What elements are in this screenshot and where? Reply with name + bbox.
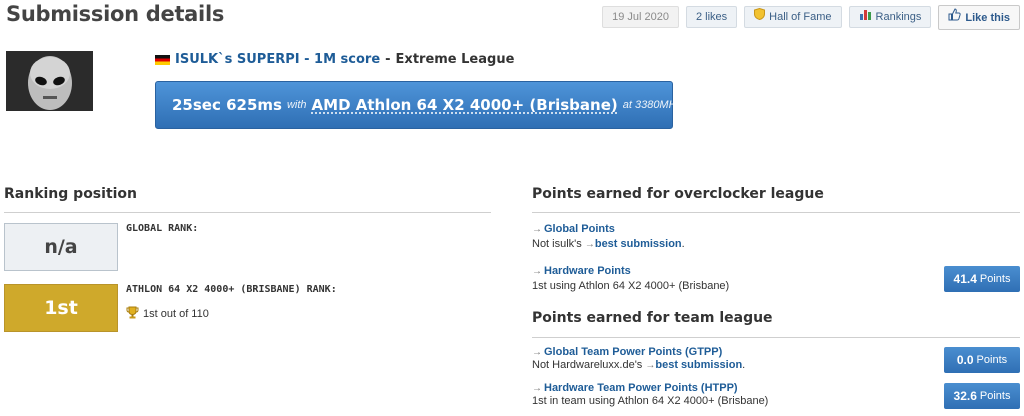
top-actions: 19 Jul 2020 2 likes Hall of Fame Ranking… [602, 4, 1020, 30]
gtpp-desc-prefix: Not Hardwareluxx.de's [532, 359, 643, 371]
global-rank-value: n/a [4, 223, 118, 271]
rankings-label: Rankings [875, 11, 922, 23]
htpp-badge: 32.6 Points [944, 383, 1020, 409]
heading-separator: - [385, 52, 391, 67]
global-points-link[interactable]: → Global Points [532, 223, 685, 235]
hardware-rank-value: 1st [4, 284, 118, 332]
like-this-label: Like this [965, 11, 1010, 24]
points-unit: Points [979, 390, 1011, 402]
score-with: with [286, 99, 307, 111]
bar-chart-icon [859, 7, 872, 27]
trophy-icon [126, 306, 139, 322]
hardware-link[interactable]: AMD Athlon 64 X2 4000+ (Brisbane) [312, 96, 618, 114]
global-points-label: Global Points [544, 223, 615, 235]
gtpp-link[interactable]: → Global Team Power Points (GTPP) [532, 346, 745, 358]
arrow-right-icon: → [532, 346, 542, 358]
arrow-right-icon: → [584, 239, 595, 250]
submission-heading: ISULK`s SUPERPI - 1M score - Extreme Lea… [155, 52, 514, 67]
hardware-points-badge: 41.4 Points [944, 266, 1020, 292]
gtpp-row: → Global Team Power Points (GTPP) Not Ha… [532, 346, 745, 371]
hardware-points-desc: 1st using Athlon 64 X2 4000+ (Brisbane) [532, 280, 730, 292]
hall-of-fame-button[interactable]: Hall of Fame [744, 6, 842, 28]
htpp-row: → Hardware Team Power Points (HTPP) 1st … [532, 382, 768, 407]
htpp-desc: 1st in team using Athlon 64 X2 4000+ (Br… [532, 395, 769, 407]
gtpp-badge: 0.0 Points [944, 347, 1020, 373]
htpp-link[interactable]: → Hardware Team Power Points (HTPP) [532, 382, 768, 394]
hardware-points-link[interactable]: → Hardware Points [532, 265, 729, 277]
points-unit: Points [976, 354, 1008, 366]
global-rank-label: GLOBAL RANK: [126, 223, 199, 234]
team-divider [532, 337, 1020, 338]
hardware-rank-detail: 1st out of 110 [126, 306, 209, 322]
likes-count-button[interactable]: 2 likes [685, 6, 738, 28]
thumbs-up-icon [948, 7, 962, 28]
ranking-heading: Ranking position [4, 186, 138, 202]
htpp-label: Hardware Team Power Points (HTPP) [544, 382, 738, 394]
user-avatar[interactable] [6, 51, 93, 111]
global-points-desc: Not isulk's →best submission. [532, 238, 685, 250]
arrow-right-icon: → [532, 382, 542, 394]
score-box: 25sec 625ms with AMD Athlon 64 X2 4000+ … [155, 81, 682, 129]
overclocker-league-heading: Points earned for overclocker league [532, 186, 824, 202]
submission-date: 19 Jul 2020 [602, 6, 679, 28]
hardware-rank-detail-text: 1st out of 110 [143, 308, 209, 320]
arrow-right-icon: → [532, 223, 542, 235]
frequency-text: at 3380MHz [622, 99, 683, 111]
team-league-heading: Points earned for team league [532, 310, 773, 326]
arrow-right-icon: → [532, 265, 542, 277]
overclocker-divider [532, 212, 1020, 213]
rankings-button[interactable]: Rankings [848, 6, 932, 28]
team-best-submission-link[interactable]: best submission [655, 359, 742, 371]
hall-of-fame-label: Hall of Fame [769, 11, 832, 23]
germany-flag-icon [155, 54, 170, 65]
gtpp-desc: Not Hardwareluxx.de's →best submission. [532, 359, 746, 371]
global-points-desc-prefix: Not isulk's [532, 238, 582, 250]
hardware-points-label: Hardware Points [544, 265, 631, 277]
htpp-value: 32.6 [953, 389, 977, 403]
shield-icon [754, 7, 766, 27]
global-points-row: → Global Points Not isulk's →best submis… [532, 223, 685, 250]
gtpp-value: 0.0 [956, 353, 974, 367]
ranking-divider [4, 212, 491, 213]
arrow-right-icon: → [645, 360, 656, 371]
score-value: 25sec 625ms [172, 96, 282, 114]
hardware-points-row: → Hardware Points 1st using Athlon 64 X2… [532, 265, 729, 292]
best-submission-link[interactable]: best submission [595, 238, 682, 250]
submission-user-link[interactable]: ISULK`s SUPERPI - 1M score [175, 52, 380, 67]
gtpp-label: Global Team Power Points (GTPP) [544, 346, 723, 358]
hardware-points-value: 41.4 [953, 272, 977, 286]
page-title: Submission details [6, 2, 225, 26]
league-name: Extreme League [395, 52, 515, 67]
hardware-rank-label: ATHLON 64 X2 4000+ (BRISBANE) RANK: [126, 284, 337, 295]
points-unit: Points [979, 273, 1011, 285]
like-this-button[interactable]: Like this [938, 5, 1020, 30]
